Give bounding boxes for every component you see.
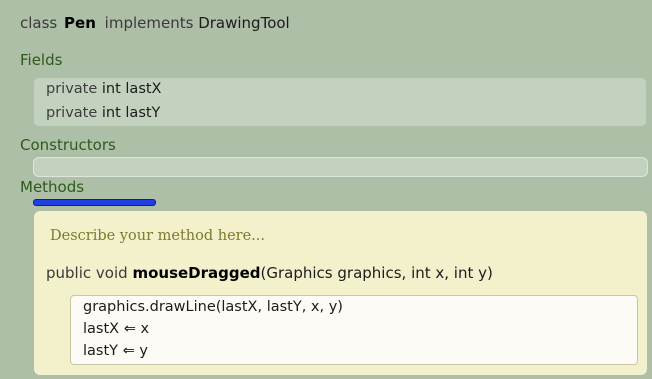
method-params[interactable]: (Graphics graphics, int x, int y) [261,264,493,282]
class-header[interactable]: class Pen implements DrawingTool [20,14,290,32]
statement[interactable]: lastX ⇐ x [83,321,149,337]
constructors-section-label: Constructors [20,136,116,154]
field-row[interactable]: private int lastY [46,105,160,121]
constructors-list[interactable] [33,157,648,177]
implements-keyword: implements [104,14,194,32]
method-name[interactable]: mouseDragged [132,264,260,282]
fields-list: private int lastX private int lastY [34,78,646,126]
method-body[interactable]: graphics.drawLine(lastX, lastY, x, y) la… [70,295,638,365]
fields-section-label: Fields [20,51,63,69]
field-modifier: private [46,81,98,97]
statement[interactable]: lastY ⇐ y [83,343,148,359]
method-return-type: void [95,264,128,282]
class-keyword: class [20,14,58,32]
field-modifier: private [46,105,98,121]
methods-focus-underline [33,199,156,206]
field-declaration: int lastY [101,105,161,121]
statement[interactable]: graphics.drawLine(lastX, lastY, x, y) [83,299,343,315]
field-declaration: int lastX [101,81,162,97]
class-name[interactable]: Pen [64,14,96,32]
method-modifier: public [46,264,92,282]
field-row[interactable]: private int lastX [46,81,162,97]
method-signature[interactable]: public void mouseDragged(Graphics graphi… [46,264,493,282]
class-editor-frame: class Pen implements DrawingTool Fields … [0,0,652,379]
method-block[interactable]: Describe your method here... public void… [34,211,647,375]
interface-name[interactable]: DrawingTool [198,14,290,32]
methods-section-label: Methods [20,178,85,196]
method-comment[interactable]: Describe your method here... [50,228,265,244]
